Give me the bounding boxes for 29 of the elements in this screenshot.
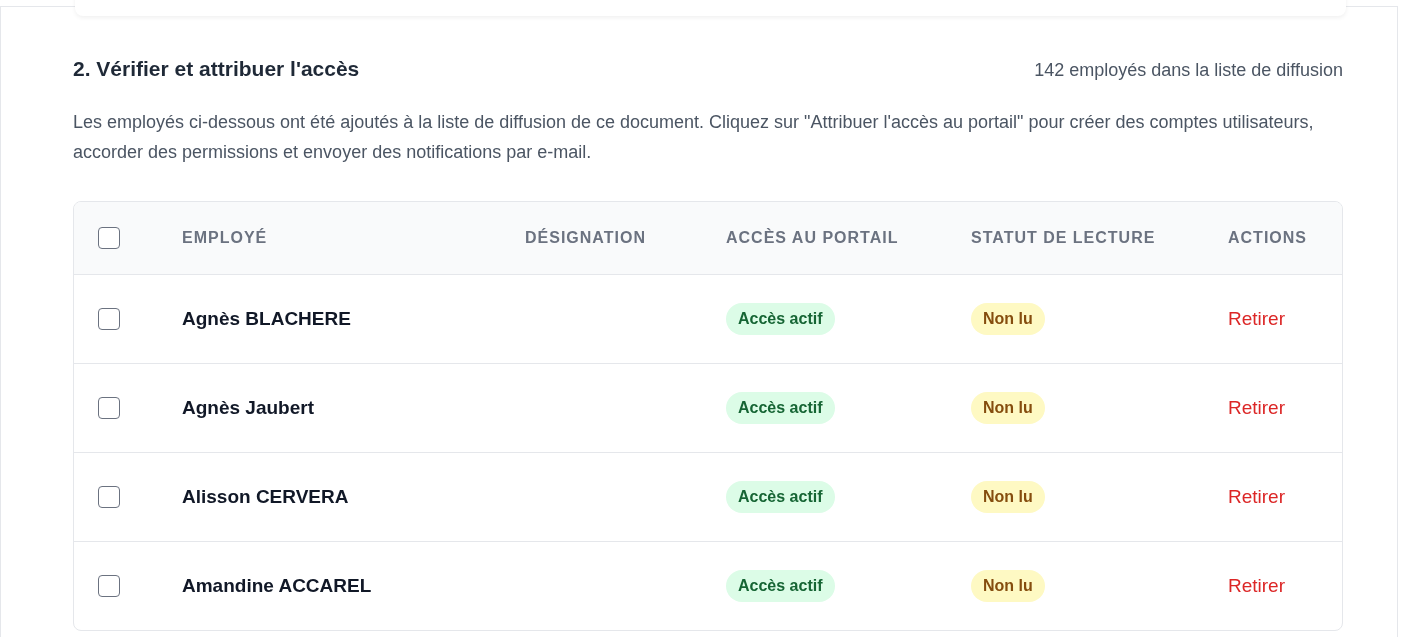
- employee-name: Amandine ACCAREL: [182, 575, 372, 596]
- row-checkbox[interactable]: [98, 397, 120, 419]
- column-header: DÉSIGNATION: [525, 229, 647, 247]
- read-status-badge: Non lu: [971, 570, 1045, 602]
- access-badge: Accès actif: [726, 392, 835, 424]
- remove-link[interactable]: Retirer: [1228, 486, 1285, 507]
- row-checkbox[interactable]: [98, 308, 120, 330]
- employee-name: Alisson CERVERA: [182, 486, 349, 507]
- read-status-badge: Non lu: [971, 303, 1045, 335]
- column-header: ACTIONS: [1228, 229, 1308, 247]
- remove-link[interactable]: Retirer: [1228, 397, 1285, 418]
- access-badge: Accès actif: [726, 570, 835, 602]
- access-badge: Accès actif: [726, 303, 835, 335]
- section-description: Les employés ci-dessous ont été ajoutés à la liste de diffusion de ce document. Cliquez sur "Attribuer l'accès au portail" pour créer des comptes utilisateurs, accorder des permissions et envoyer des notifications par e-mail.: [73, 111, 1315, 164]
- read-status-badge: Non lu: [971, 392, 1045, 424]
- column-header: EMPLOYÉ: [182, 229, 269, 247]
- remove-link[interactable]: Retirer: [1228, 308, 1285, 329]
- employee-name: Agnès Jaubert: [182, 397, 314, 418]
- select-all-checkbox[interactable]: [98, 227, 120, 249]
- row-checkbox[interactable]: [98, 486, 120, 508]
- column-header: ACCÈS AU PORTAIL: [726, 229, 900, 247]
- access-badge: Accès actif: [726, 481, 835, 513]
- employee-count: 142 employés dans la liste de diffusion: [1034, 60, 1343, 81]
- column-header: STATUT DE LECTURE: [971, 229, 1157, 247]
- employee-name: Agnès BLACHERE: [182, 308, 351, 329]
- read-status-badge: Non lu: [971, 481, 1045, 513]
- remove-link[interactable]: Retirer: [1228, 575, 1285, 596]
- section-title: 2. Vérifier et attribuer l'accès: [73, 57, 360, 81]
- row-checkbox[interactable]: [98, 575, 120, 597]
